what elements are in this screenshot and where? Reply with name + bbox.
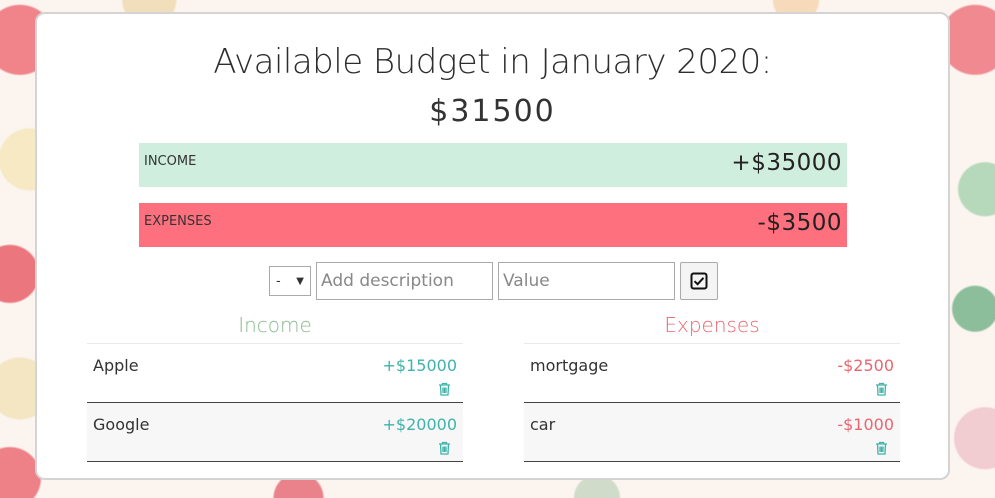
add-entry-button[interactable] [680,262,718,300]
budget-title: Available Budget in January 2020: [213,42,772,82]
trash-icon[interactable] [438,382,451,396]
income-list: Income Apple +$15000 Google +$20000 [87,310,463,462]
description-placeholder: Add description [321,271,454,291]
expenses-summary-amount: -$3500 [757,210,842,236]
expense-item-description: mortgage [530,356,609,375]
expense-item-value: -$2500 [837,356,894,375]
value-input[interactable]: Value [498,262,675,300]
description-input[interactable]: Add description [316,262,493,300]
expenses-list: Expenses mortgage -$2500 car -$1000 [524,310,900,462]
type-select-value: - [276,273,281,289]
add-entry-form: - ▼ Add description Value [269,262,718,300]
value-placeholder: Value [503,271,550,291]
trash-icon[interactable] [438,441,451,455]
income-item: Google +$20000 [87,403,463,462]
trash-icon[interactable] [875,382,888,396]
budget-card: Available Budget in January 2020: $31500… [35,12,950,480]
expenses-summary-bar: EXPENSES -$3500 [139,203,847,247]
dropdown-arrow-icon: ▼ [296,275,304,287]
trash-icon[interactable] [875,441,888,455]
expenses-summary-label: EXPENSES [144,214,212,229]
income-item-description: Google [93,415,150,434]
income-item-value: +$20000 [382,415,457,434]
expense-item: car -$1000 [524,403,900,462]
expense-item-description: car [530,415,556,434]
income-summary-bar: INCOME +$35000 [139,143,847,187]
type-select[interactable]: - ▼ [269,266,311,296]
check-box-icon [690,272,708,290]
income-item-value: +$15000 [382,356,457,375]
income-item: Apple +$15000 [87,344,463,403]
expense-item-value: -$1000 [837,415,894,434]
income-heading: Income [87,310,463,344]
income-summary-amount: +$35000 [731,150,842,176]
expense-item: mortgage -$2500 [524,344,900,403]
budget-total: $31500 [429,94,556,129]
income-summary-label: INCOME [144,154,197,169]
income-item-description: Apple [93,356,139,375]
expenses-heading: Expenses [524,310,900,344]
